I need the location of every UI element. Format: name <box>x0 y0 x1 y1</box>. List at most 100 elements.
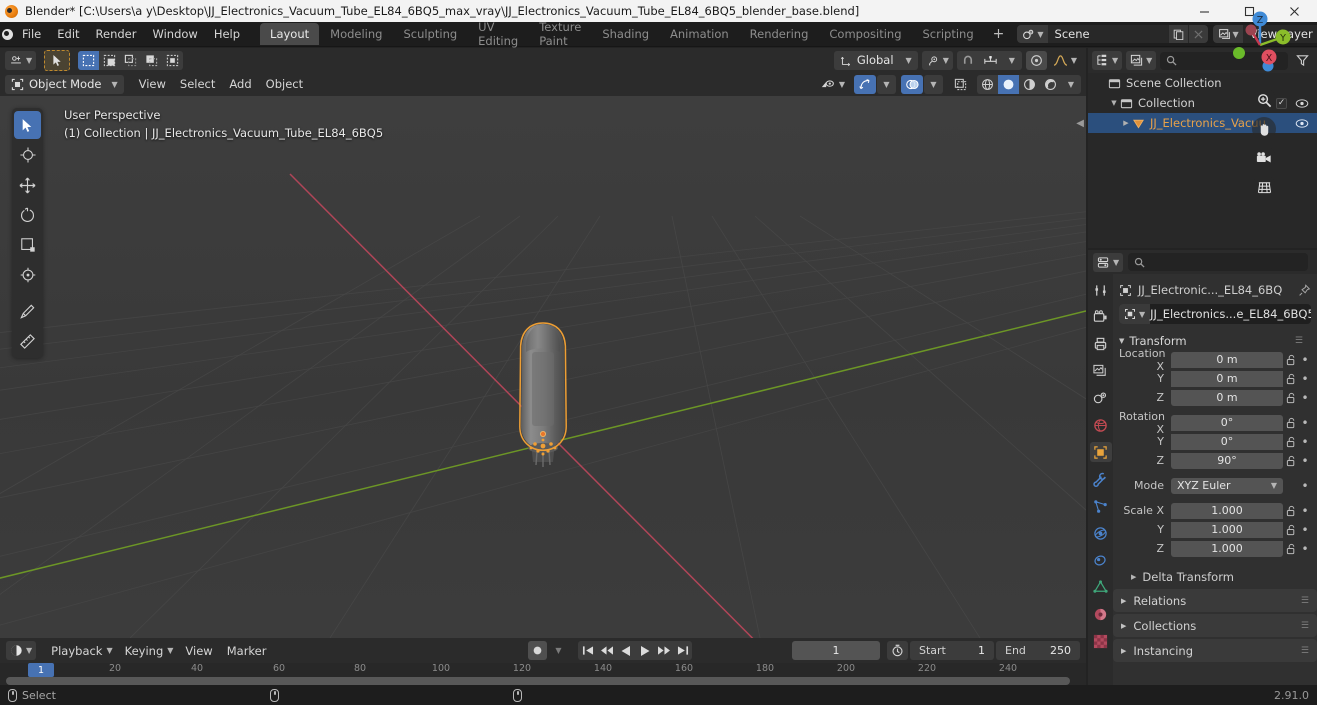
measure-tool-icon[interactable] <box>14 327 41 355</box>
animate-property-dot-icon[interactable]: • <box>1299 416 1311 430</box>
scene-selector[interactable]: ▼ Scene <box>1017 25 1208 43</box>
location-z-value[interactable]: 0 m <box>1171 389 1283 406</box>
outliner-display-mode-icon[interactable]: ▼ <box>1126 51 1157 70</box>
animate-property-dot-icon[interactable]: • <box>1299 353 1311 367</box>
transform-orientation-dropdown[interactable]: Global ▼ <box>833 50 918 70</box>
gizmo-options-chevron-icon[interactable]: ▼ <box>877 74 896 94</box>
viewport-menu-select[interactable]: Select <box>173 75 222 93</box>
show-gizmo-toggle[interactable] <box>854 74 876 94</box>
tab-shading[interactable]: Shading <box>592 23 659 45</box>
animate-property-dot-icon[interactable]: • <box>1299 372 1311 386</box>
animate-property-dot-icon[interactable]: • <box>1299 523 1311 537</box>
location-x-value[interactable]: 0 m <box>1171 351 1283 368</box>
rotation-z-value[interactable]: 90° <box>1171 452 1283 469</box>
scale-z-value[interactable]: 1.000 <box>1171 540 1283 557</box>
expand-triangle-icon[interactable]: ▶ <box>1120 119 1132 127</box>
wireframe-shading-icon[interactable] <box>977 75 998 94</box>
tab-render-icon[interactable] <box>1090 307 1112 327</box>
play-reverse-button[interactable] <box>616 641 635 660</box>
tab-modifier-icon[interactable] <box>1090 469 1112 489</box>
solid-shading-icon[interactable] <box>998 74 1019 94</box>
tab-rendering[interactable]: Rendering <box>740 23 819 45</box>
animate-property-dot-icon[interactable]: • <box>1299 542 1311 556</box>
rotation-x-value[interactable]: 0° <box>1171 414 1283 431</box>
lock-icon[interactable] <box>1283 373 1299 385</box>
toggle-xray-button[interactable] <box>950 75 971 94</box>
tab-tool-icon[interactable] <box>1090 280 1112 300</box>
timeline-menu-view[interactable]: View <box>178 642 219 660</box>
jump-to-start-button[interactable] <box>578 641 597 660</box>
outliner-editor-type-icon[interactable]: ▼ <box>1092 51 1123 70</box>
next-keyframe-button[interactable] <box>654 641 673 660</box>
auto-keying-options-chevron-icon[interactable]: ▼ <box>549 641 568 660</box>
select-extend-icon[interactable] <box>99 51 120 70</box>
menu-help[interactable]: Help <box>206 24 248 44</box>
lock-icon[interactable] <box>1283 392 1299 404</box>
animate-property-dot-icon[interactable]: • <box>1299 454 1311 468</box>
shading-options-chevron-icon[interactable]: ▼ <box>1061 75 1081 94</box>
tab-scene-icon[interactable] <box>1090 388 1112 408</box>
lock-icon[interactable] <box>1283 436 1299 448</box>
object-type-visibility-dropdown[interactable]: ▼ <box>816 75 849 94</box>
lock-icon[interactable] <box>1283 455 1299 467</box>
select-subtract-icon[interactable] <box>120 51 141 70</box>
scale-y-value[interactable]: 1.000 <box>1171 521 1283 538</box>
3d-viewport[interactable]: ◀ <box>0 96 1086 638</box>
scale-x-value[interactable]: 1.000 <box>1171 502 1283 519</box>
animate-property-dot-icon[interactable]: • <box>1299 435 1311 449</box>
pivot-point-dropdown[interactable]: ▼ <box>921 50 953 70</box>
proportional-editing-toggle[interactable] <box>1025 50 1047 70</box>
rotate-tool-icon[interactable] <box>14 201 41 229</box>
timeline-menu-keying[interactable]: Keying <box>118 642 171 660</box>
navigation-gizmo[interactable]: Z Y X <box>1223 8 1297 82</box>
tab-modeling[interactable]: Modeling <box>320 23 392 45</box>
select-set-icon[interactable] <box>78 50 100 70</box>
play-button[interactable] <box>635 641 654 660</box>
menu-render[interactable]: Render <box>88 24 145 44</box>
pin-icon[interactable] <box>1298 283 1311 297</box>
auto-keying-toggle[interactable] <box>528 641 547 660</box>
active-tool-icon[interactable]: ▼ <box>5 50 37 70</box>
tab-animation[interactable]: Animation <box>660 23 739 45</box>
lock-icon[interactable] <box>1283 524 1299 536</box>
animate-property-dot-icon[interactable]: • <box>1299 479 1311 493</box>
timeline-editor-type-icon[interactable]: ▼ <box>6 641 37 660</box>
remove-scene-button[interactable] <box>1187 25 1208 43</box>
properties-editor-type-icon[interactable]: ▼ <box>1093 252 1124 272</box>
camera-icon[interactable] <box>1252 146 1276 170</box>
tab-sculpting[interactable]: Sculpting <box>393 23 467 45</box>
viewport-canvas[interactable] <box>0 96 1086 638</box>
use-preview-range-icon[interactable] <box>887 641 908 660</box>
viewport-menu-object[interactable]: Object <box>259 75 310 93</box>
outliner-row-collection[interactable]: ▼ Collection ✓ <box>1088 93 1317 113</box>
new-scene-button[interactable] <box>1167 25 1188 43</box>
tab-object-data-icon[interactable] <box>1090 577 1112 597</box>
lock-icon[interactable] <box>1283 505 1299 517</box>
tab-scripting[interactable]: Scripting <box>913 23 984 45</box>
timeline-menu-playback[interactable]: Playback <box>44 642 109 660</box>
tab-constraints-icon[interactable] <box>1090 550 1112 570</box>
material-preview-shading-icon[interactable] <box>1019 75 1040 94</box>
proportional-falloff-dropdown[interactable]: ▼ <box>1049 51 1081 70</box>
cursor-tool-icon[interactable] <box>14 141 41 169</box>
snap-magnet-icon[interactable] <box>957 51 979 70</box>
add-workspace-button[interactable]: + <box>985 26 1013 42</box>
location-y-value[interactable]: 0 m <box>1171 370 1283 387</box>
overlays-options-chevron-icon[interactable]: ▼ <box>924 74 943 94</box>
tab-material-icon[interactable] <box>1090 604 1112 624</box>
object-id-field[interactable]: ▼ JJ_Electronics...e_EL84_6BQ5 <box>1119 304 1311 324</box>
animate-property-dot-icon[interactable]: • <box>1299 391 1311 405</box>
object-browse-icon[interactable]: ▼ <box>1119 304 1151 324</box>
scene-name[interactable]: Scene <box>1047 27 1168 41</box>
menu-edit[interactable]: Edit <box>49 24 87 44</box>
viewport-menu-add[interactable]: Add <box>222 75 258 93</box>
menu-file[interactable]: File <box>14 24 49 44</box>
scale-tool-icon[interactable] <box>14 231 41 259</box>
expand-triangle-icon[interactable]: ▼ <box>1108 99 1120 107</box>
lock-icon[interactable] <box>1283 354 1299 366</box>
lock-icon[interactable] <box>1283 543 1299 555</box>
previous-keyframe-button[interactable] <box>597 641 616 660</box>
timeline-horizontal-scrollbar[interactable] <box>6 677 1070 685</box>
minimize-button[interactable] <box>1182 0 1227 22</box>
rendered-shading-icon[interactable] <box>1040 75 1061 94</box>
